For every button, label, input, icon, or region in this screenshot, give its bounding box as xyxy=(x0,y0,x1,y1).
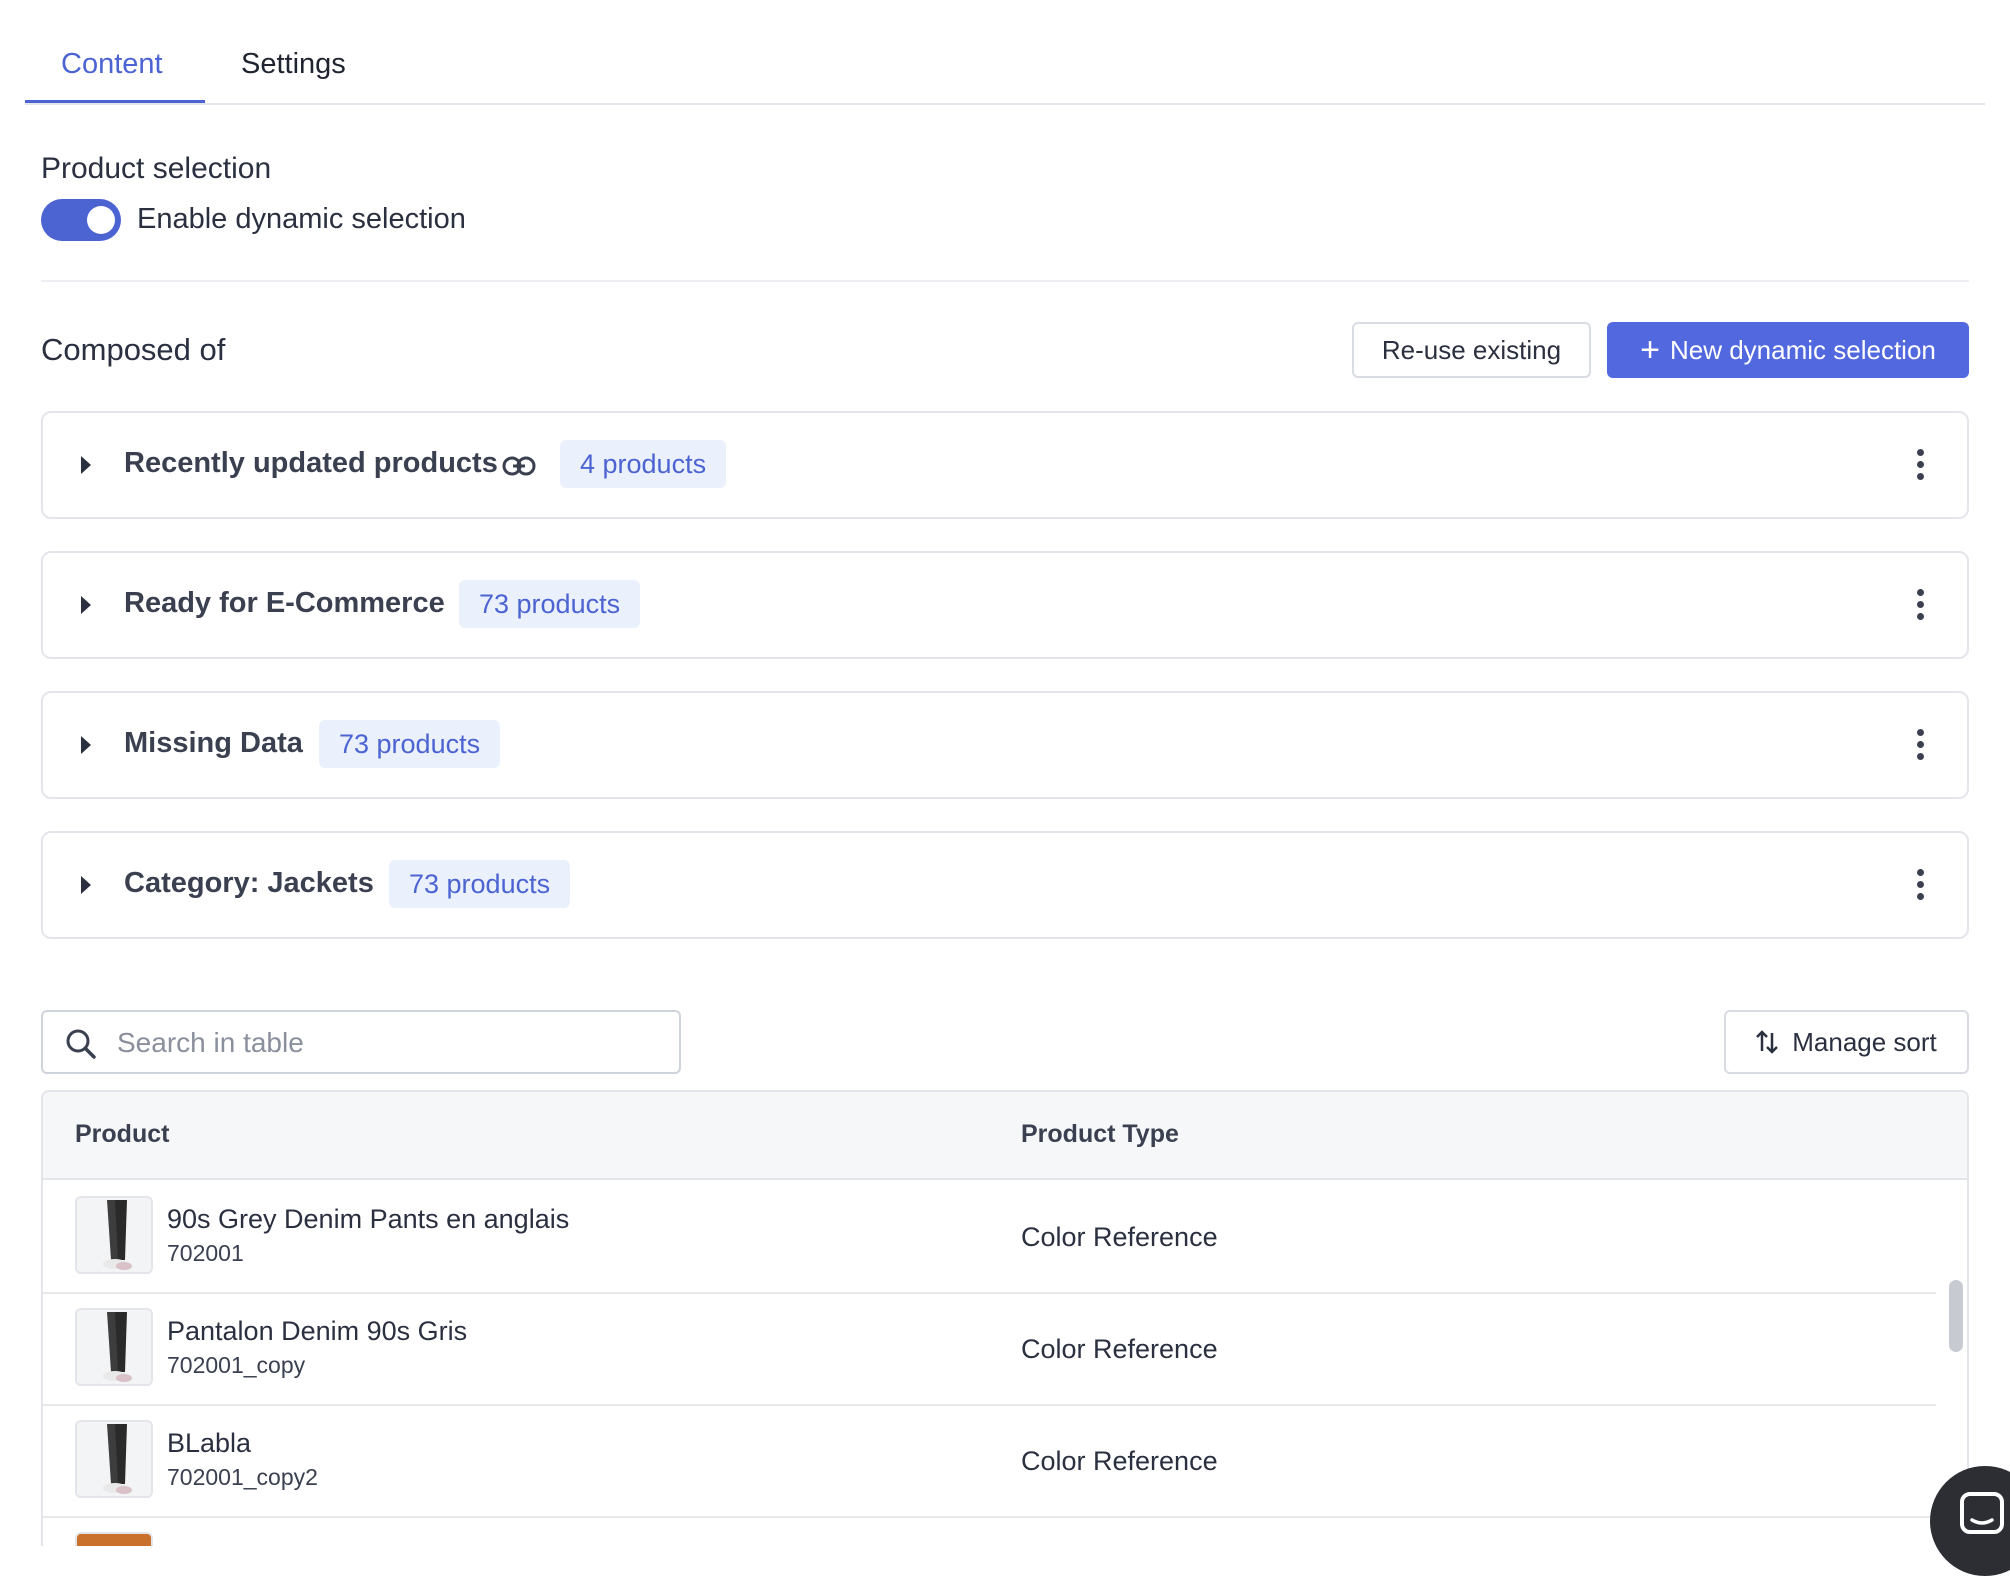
manage-sort-button[interactable]: Manage sort xyxy=(1724,1010,1969,1074)
selection-name: Recently updated products xyxy=(124,447,498,479)
product-type: Color Reference xyxy=(1021,1222,1218,1252)
tab-bar: Content Settings xyxy=(25,30,1985,105)
product-code: 702001 xyxy=(167,1240,244,1266)
product-thumbnail xyxy=(75,1308,153,1386)
table-row[interactable]: BLabla 702001_copy2 Color Reference xyxy=(43,1404,1936,1518)
product-type: Color Reference xyxy=(1021,1446,1218,1476)
selection-name: Ready for E-Commerce xyxy=(124,587,445,619)
composed-of-title: Composed of xyxy=(41,332,226,367)
link-icon[interactable] xyxy=(502,451,536,481)
product-name: BLabla xyxy=(167,1428,252,1458)
table-row[interactable] xyxy=(43,1516,1936,1546)
product-table: Product Product Type 90s Grey Denim Pant… xyxy=(41,1090,1969,1546)
search-box[interactable] xyxy=(41,1010,681,1074)
selection-card[interactable]: Missing Data 73 products xyxy=(41,691,1969,799)
sort-icon xyxy=(1756,1030,1779,1054)
product-selection-title: Product selection xyxy=(41,152,272,185)
dynamic-selection-toggle[interactable] xyxy=(41,199,121,241)
active-tab-indicator xyxy=(25,100,205,103)
plus-icon: + xyxy=(1640,331,1660,369)
kebab-menu-icon[interactable] xyxy=(1913,729,1927,765)
product-count-badge: 73 products xyxy=(319,720,501,768)
product-thumbnail xyxy=(75,1420,153,1498)
reuse-existing-label: Re-use existing xyxy=(1381,334,1562,365)
tab-content[interactable]: Content xyxy=(61,48,163,81)
reuse-existing-button[interactable]: Re-use existing xyxy=(1352,322,1591,378)
kebab-menu-icon[interactable] xyxy=(1913,589,1927,625)
scrollbar-thumb[interactable] xyxy=(1949,1280,1963,1352)
toggle-knob xyxy=(87,206,115,234)
selection-card[interactable]: Ready for E-Commerce 73 products xyxy=(41,551,1969,659)
kebab-menu-icon[interactable] xyxy=(1913,869,1927,905)
kebab-menu-icon[interactable] xyxy=(1913,449,1927,485)
manage-sort-label: Manage sort xyxy=(1792,1026,1937,1057)
new-dynamic-selection-label: New dynamic selection xyxy=(1669,334,1936,365)
product-thumbnail xyxy=(75,1196,153,1274)
caret-right-icon[interactable] xyxy=(81,736,91,754)
column-header-product[interactable]: Product xyxy=(75,1120,169,1149)
selection-card[interactable]: Recently updated products 4 products xyxy=(41,411,1969,519)
chat-icon xyxy=(1960,1492,2004,1534)
search-icon xyxy=(66,1029,96,1059)
new-dynamic-selection-button[interactable]: + New dynamic selection xyxy=(1607,322,1969,378)
table-row[interactable]: Pantalon Denim 90s Gris 702001_copy Colo… xyxy=(43,1292,1936,1406)
product-name: Pantalon Denim 90s Gris xyxy=(167,1316,468,1346)
product-thumbnail xyxy=(75,1532,153,1546)
product-name: 90s Grey Denim Pants en anglais xyxy=(167,1204,570,1234)
column-header-product-type[interactable]: Product Type xyxy=(1021,1120,1179,1149)
product-code: 702001_copy xyxy=(167,1352,306,1378)
search-input[interactable] xyxy=(115,1020,659,1066)
selection-name: Category: Jackets xyxy=(124,867,374,899)
product-type: Color Reference xyxy=(1021,1334,1218,1364)
selection-name: Missing Data xyxy=(124,727,303,759)
caret-right-icon[interactable] xyxy=(81,876,91,894)
product-code: 702001_copy2 xyxy=(167,1464,318,1490)
tab-settings[interactable]: Settings xyxy=(241,48,346,81)
caret-right-icon[interactable] xyxy=(81,456,91,474)
product-count-badge: 73 products xyxy=(389,860,571,908)
table-row[interactable]: 90s Grey Denim Pants en anglais 702001 C… xyxy=(43,1180,1936,1294)
toggle-label: Enable dynamic selection xyxy=(137,203,466,235)
product-count-badge: 73 products xyxy=(459,580,641,628)
table-header: Product Product Type xyxy=(43,1092,1967,1180)
caret-right-icon[interactable] xyxy=(81,596,91,614)
divider xyxy=(41,280,1969,282)
product-count-badge: 4 products xyxy=(560,440,727,488)
selection-card[interactable]: Category: Jackets 73 products xyxy=(41,831,1969,939)
